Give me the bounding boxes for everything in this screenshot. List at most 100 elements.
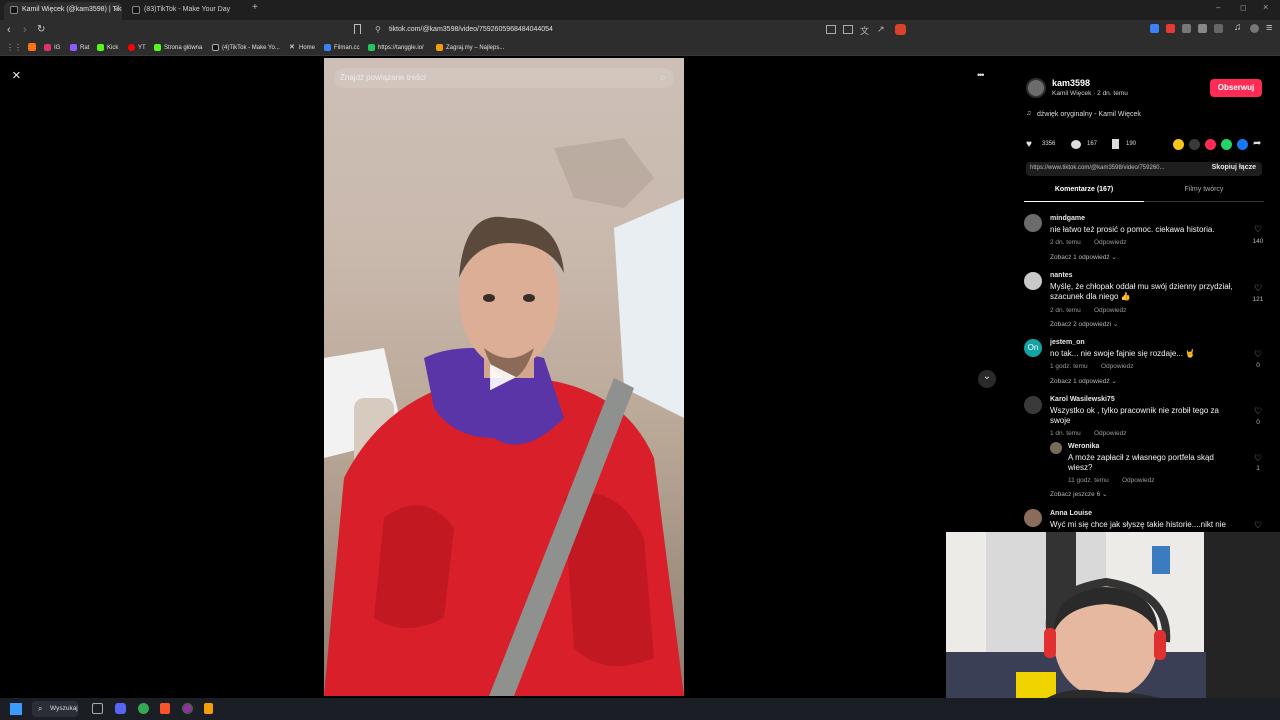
whatsapp-icon[interactable] [1221, 139, 1232, 150]
bookmark-item[interactable]: Zagraj.my – Najleps... [436, 41, 504, 55]
reply-like-icon[interactable]: ♡ [1254, 453, 1262, 464]
like-heart-icon[interactable]: ♥ [1026, 139, 1032, 150]
bookmark-icon[interactable] [354, 24, 361, 34]
author-handle[interactable]: kam3598 [1052, 78, 1090, 88]
close-window-button[interactable]: × [1263, 2, 1268, 12]
view-replies-link[interactable]: Zobacz 1 odpowiedź ⌄ [1050, 253, 1117, 261]
reload-icon[interactable]: ↻ [37, 22, 45, 38]
mute-icon[interactable] [826, 25, 836, 34]
tab-tiktok-profile[interactable]: Kamil Więcek (@kam3598) | Tik × [4, 2, 122, 20]
discord-icon[interactable] [115, 703, 126, 714]
embed-icon[interactable] [1189, 139, 1200, 150]
share-coin-icon[interactable] [1173, 139, 1184, 150]
forward-icon[interactable]: › [23, 22, 27, 38]
comment-icon[interactable] [1071, 140, 1081, 149]
back-icon[interactable]: ‹ [7, 22, 11, 38]
maximize-button[interactable]: ◻ [1240, 3, 1247, 12]
brave-icon[interactable] [160, 703, 170, 714]
menu-icon[interactable]: ≡ [1266, 22, 1272, 34]
task-view-icon[interactable] [92, 703, 103, 714]
close-icon[interactable]: × [12, 68, 21, 84]
site-info-icon[interactable]: ⚲ [375, 22, 381, 38]
bookmark-favicon-icon [70, 44, 77, 51]
bookmark-item[interactable]: ✕ Home [289, 41, 315, 55]
bookmark-item[interactable]: https://tanggle.io/ [368, 41, 424, 55]
reply-author[interactable]: Weronika [1068, 443, 1099, 450]
comment-author[interactable]: jestem_on [1050, 339, 1085, 346]
comment-author[interactable]: Karol Wasilewski75 [1050, 396, 1115, 403]
video-player[interactable]: ▶ [324, 58, 684, 696]
cast-icon[interactable] [843, 25, 853, 34]
reply-link[interactable]: Odpowiedz [1094, 307, 1127, 314]
share-icon[interactable]: ↗ [877, 24, 885, 35]
reply-link[interactable]: Odpowiedz [1122, 477, 1155, 484]
reply-link[interactable]: Odpowiedz [1094, 239, 1127, 246]
bookmark-item[interactable]: YT [128, 41, 146, 55]
more-options-icon[interactable]: ••• [977, 70, 999, 86]
extension-icon[interactable] [1182, 24, 1191, 33]
minimize-button[interactable]: – [1216, 3, 1220, 12]
view-replies-link[interactable]: Zobacz 1 odpowiedź ⌄ [1050, 377, 1117, 385]
chrome-icon[interactable] [138, 703, 149, 714]
reply-link[interactable]: Odpowiedz [1101, 363, 1134, 370]
follow-button[interactable]: Obserwuj [1210, 79, 1262, 97]
avatar[interactable]: On [1024, 339, 1042, 357]
author-avatar[interactable] [1026, 78, 1046, 98]
related-search-placeholder: Znajdź powiązane treści [340, 73, 426, 82]
bookmark-item[interactable]: Rat [70, 41, 89, 55]
comment-author[interactable]: mindgame [1050, 215, 1085, 222]
bookmark-item[interactable]: IG [44, 41, 60, 55]
play-icon[interactable]: ▶ [490, 358, 516, 392]
comment-author[interactable]: nantes [1050, 272, 1073, 279]
comment-like-icon[interactable]: ♡ [1254, 520, 1262, 531]
app-icon[interactable] [204, 703, 213, 714]
comment-like-icon[interactable]: ♡ [1254, 224, 1262, 235]
next-video-icon[interactable]: ⌄ [978, 370, 996, 388]
tab-close-icon[interactable]: × [113, 2, 118, 18]
tab-comments[interactable]: Komentarze (167) [1024, 186, 1144, 202]
apps-grid-icon[interactable]: ⋮⋮ [6, 43, 22, 52]
comment-text: Myślę, że chłopak oddał mu swój dzienny … [1050, 282, 1233, 301]
extension-icon[interactable] [1166, 24, 1175, 33]
extensions-puzzle-icon[interactable] [1198, 24, 1207, 33]
search-icon[interactable]: ⌕ [660, 68, 666, 88]
comment-like-icon[interactable]: ♡ [1254, 406, 1262, 417]
profile-icon[interactable] [1250, 24, 1259, 33]
comment-like-icon[interactable]: ♡ [1254, 283, 1262, 294]
bookmark-item[interactable]: Kick [97, 41, 118, 55]
kick-icon [154, 44, 161, 51]
copy-link-button[interactable]: Skopiuj łącze [1212, 164, 1256, 171]
tab-creator-videos[interactable]: Filmy twórcy [1144, 186, 1264, 202]
send-icon[interactable] [1205, 139, 1216, 150]
share-arrow-icon[interactable]: ➦ [1253, 138, 1261, 149]
brave-shield-icon[interactable] [895, 24, 906, 35]
tab-tiktok-home[interactable]: (83)TikTok - Make Your Day [126, 2, 246, 20]
bookmark-item[interactable]: (4)TikTok - Make Yo... [212, 41, 280, 55]
avatar[interactable] [1024, 214, 1042, 232]
bookmark-folder-icon[interactable] [28, 43, 36, 51]
browser-app-icon[interactable] [182, 703, 193, 714]
comment-like-icon[interactable]: ♡ [1254, 349, 1262, 360]
view-more-replies-link[interactable]: Zobacz jeszcze 6 ⌄ [1050, 490, 1107, 498]
extension-icon[interactable] [1150, 24, 1159, 33]
avatar[interactable] [1024, 272, 1042, 290]
avatar[interactable] [1050, 442, 1062, 454]
bookmark-item[interactable]: Strona główna [154, 41, 202, 55]
reply-link[interactable]: Odpowiedz [1094, 430, 1127, 437]
avatar[interactable] [1024, 396, 1042, 414]
avatar[interactable] [1024, 509, 1042, 527]
sound-link[interactable]: dźwięk oryginalny - Kamil Więcek [1037, 111, 1141, 118]
comment-author[interactable]: Anna Louise [1050, 510, 1092, 517]
bookmark-item[interactable]: Filman.cc [324, 41, 360, 55]
taskbar-search[interactable]: ⌕ Wyszukaj [32, 701, 78, 717]
sidebar-icon[interactable] [1214, 24, 1223, 33]
windows-start-icon[interactable] [10, 703, 22, 715]
facebook-icon[interactable] [1237, 139, 1248, 150]
save-bookmark-icon[interactable] [1112, 139, 1119, 149]
view-replies-link[interactable]: Zobacz 2 odpowiedzi ⌄ [1050, 320, 1118, 328]
webcam-overlay [946, 532, 1280, 720]
music-icon[interactable]: ♫ [1234, 22, 1242, 33]
related-search-bar[interactable]: Znajdź powiązane treści ⌕ [334, 68, 674, 88]
translate-icon[interactable]: 文 [860, 24, 869, 37]
new-tab-button[interactable]: + [252, 2, 258, 13]
